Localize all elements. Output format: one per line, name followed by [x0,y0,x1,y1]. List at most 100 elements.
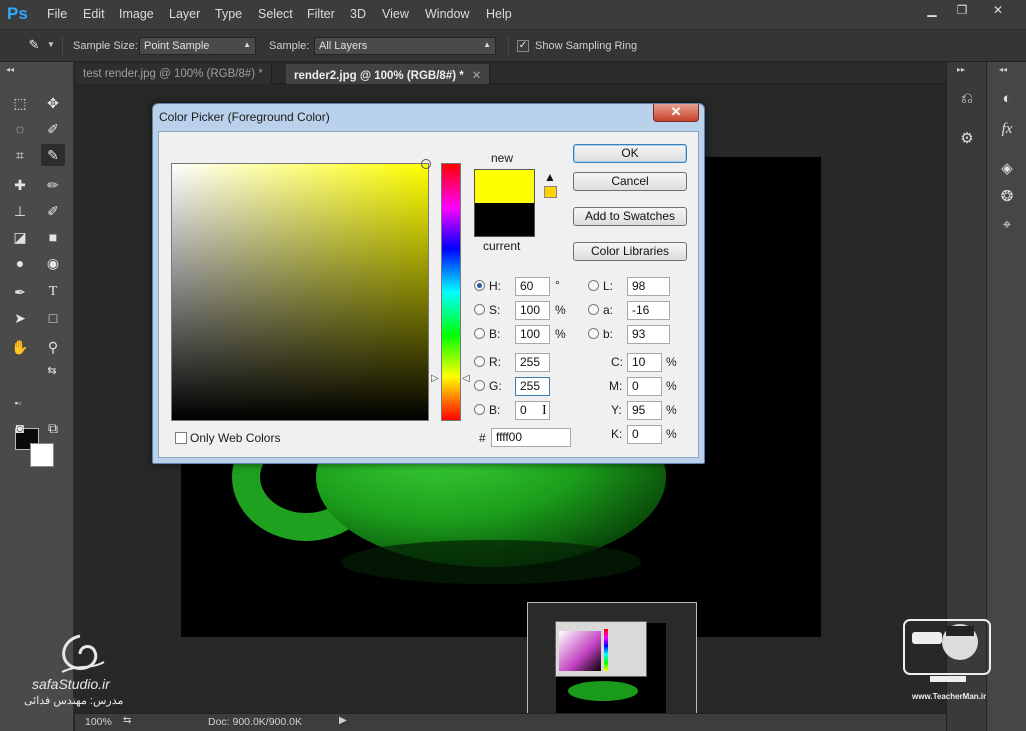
green-field[interactable]: 255 [515,377,550,396]
eraser-icon[interactable]: ◪ [8,226,32,248]
hue-radio[interactable] [474,280,485,291]
lasso-icon[interactable]: ◌ [8,118,32,140]
menu-window[interactable]: Window [425,7,469,21]
path-selection-icon[interactable]: ➤ [8,307,32,329]
quick-selection-icon[interactable]: ✐ [41,118,65,140]
dialog-close-button[interactable]: ✕ [653,104,699,122]
menu-edit[interactable]: Edit [83,7,105,21]
menu-select[interactable]: Select [258,7,293,21]
lightness-field[interactable]: 98 [627,277,670,296]
show-sampling-ring-checkbox[interactable]: ✓ [517,40,529,52]
saturation-field[interactable]: 100 [515,301,550,320]
b-channel-field[interactable]: 93 [627,325,670,344]
menu-help[interactable]: Help [486,7,512,21]
menu-view[interactable]: View [382,7,409,21]
b-channel-radio[interactable] [588,328,599,339]
a-channel-field[interactable]: -16 [627,301,670,320]
history-brush-icon[interactable]: ✐ [41,200,65,222]
menu-image[interactable]: Image [119,7,154,21]
black-field[interactable]: 0 [627,425,662,444]
magenta-field[interactable]: 0 [627,377,662,396]
zoom-icon[interactable]: ⚲ [41,336,65,358]
magenta-unit: % [666,379,677,393]
hue-field[interactable]: 60 [515,277,550,296]
green-radio[interactable] [474,380,485,391]
marquee-icon[interactable]: ⬚ [8,92,32,114]
safastudio-logo-icon [61,634,105,673]
hue-slider-right-arrow-icon[interactable]: ◁ [462,373,470,384]
paths-panel-icon[interactable]: ⌖ [995,214,1019,236]
collapse-icon[interactable]: ◂◂ [6,65,14,74]
healing-brush-icon[interactable]: ✚ [8,174,32,196]
hue-slider-left-arrow-icon[interactable]: ▷ [431,373,439,384]
collapse-icon[interactable]: ▸▸ [957,65,965,74]
menu-3d[interactable]: 3D [350,7,366,21]
pen-icon[interactable]: ✒ [8,281,32,303]
default-colors-icon[interactable]: ▪▫ [6,392,30,414]
status-menu-arrow-icon[interactable]: ▶ [339,715,347,726]
brightness-field[interactable]: 100 [515,325,550,344]
history-panel-icon[interactable]: ⎌ [955,88,979,110]
menu-file[interactable]: File [47,7,67,21]
hex-field[interactable]: ffff00 [491,428,571,447]
sample-select[interactable]: All Layers ▲ [314,37,496,55]
quick-mask-icon[interactable]: ◙ [8,417,32,439]
red-field[interactable]: 255 [515,353,550,372]
saturation-radio[interactable] [474,304,485,315]
fx-styles-panel-icon[interactable]: fx [995,118,1019,140]
status-share-icon[interactable]: ⇆ [123,715,131,726]
saturation-brightness-field[interactable] [171,159,431,421]
menu-filter[interactable]: Filter [307,7,335,21]
hue-slider[interactable] [441,163,461,421]
type-icon[interactable]: T [41,281,65,303]
tab-render2[interactable]: render2.jpg @ 100% (RGB/8#) * ✕ [286,64,491,84]
adjustments-panel-icon[interactable]: ◐ [995,88,1019,110]
clone-stamp-icon[interactable]: ⊥ [8,200,32,222]
rectangle-shape-icon[interactable]: □ [41,307,65,329]
color-marker[interactable] [421,159,431,169]
cyan-field[interactable]: 10 [627,353,662,372]
channels-panel-icon[interactable]: ❂ [995,186,1019,208]
hex-label: # [479,431,486,445]
add-to-swatches-button[interactable]: Add to Swatches [573,207,687,226]
minimize-icon[interactable]: ▁ [917,0,947,20]
expand-icon[interactable]: ◂◂ [999,65,1007,74]
out-of-gamut-warning-icon[interactable]: ▲ [544,170,556,184]
properties-panel-icon[interactable]: ⚙ [955,128,979,150]
eyedropper-icon[interactable]: ✎ [22,34,46,56]
zoom-level[interactable]: 100% [85,716,112,728]
move-icon[interactable]: ✥ [41,92,65,114]
gradient-icon[interactable]: ■ [41,226,65,248]
close-tab-icon[interactable]: ✕ [472,70,482,82]
brightness-radio[interactable] [474,328,485,339]
tab-test-render[interactable]: test render.jpg @ 100% (RGB/8#) * [75,64,272,84]
blue-radio[interactable] [474,404,485,415]
cancel-button[interactable]: Cancel [573,172,687,191]
screen-mode-icon[interactable]: ⧉ [41,417,65,439]
current-color-swatch[interactable] [474,203,535,237]
dodge-icon[interactable]: ◉ [41,252,65,274]
color-libraries-button[interactable]: Color Libraries [573,242,687,261]
eyedropper-tool-icon[interactable]: ✎ [41,144,65,166]
red-radio[interactable] [474,356,485,367]
layers-panel-icon[interactable]: ◈ [995,158,1019,180]
only-web-colors-checkbox[interactable] [175,432,187,444]
restore-icon[interactable]: ❐ [947,0,977,20]
crop-icon[interactable]: ⌗ [8,144,32,166]
sample-size-select[interactable]: Point Sample ▲ [139,37,256,55]
blur-icon[interactable]: ● [8,252,32,274]
menu-bar: Ps File Edit Image Layer Type Select Fil… [0,0,1026,30]
yellow-field[interactable]: 95 [627,401,662,420]
menu-layer[interactable]: Layer [169,7,200,21]
hand-icon[interactable]: ✋ [8,336,32,358]
close-icon[interactable]: ✕ [983,0,1013,20]
ok-button[interactable]: OK [573,144,687,163]
gamut-correction-swatch[interactable] [544,186,557,198]
background-color-swatch[interactable] [30,443,54,467]
tool-preset-chevron-icon[interactable]: ▼ [47,40,55,49]
lightness-radio[interactable] [588,280,599,291]
menu-type[interactable]: Type [215,7,242,21]
swap-colors-icon[interactable]: ⇆ [40,360,64,382]
a-channel-radio[interactable] [588,304,599,315]
brush-icon[interactable]: ✏ [41,174,65,196]
